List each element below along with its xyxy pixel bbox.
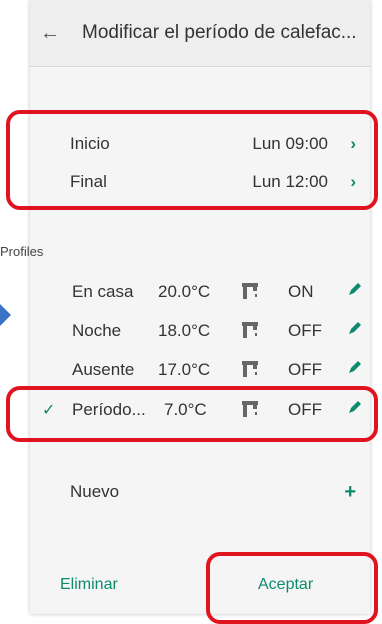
delete-button[interactable]: Eliminar	[60, 576, 118, 594]
profile-temp: 17.0°C	[158, 360, 211, 379]
new-profile-label: Nuevo	[70, 482, 120, 501]
profile-state: OFF	[288, 360, 322, 379]
highlight-box-schedule	[6, 110, 378, 210]
profiles-section-label: Profiles	[0, 244, 44, 259]
edit-pencil-icon[interactable]	[348, 360, 362, 374]
highlight-box-accept	[206, 552, 378, 624]
profile-row[interactable]: Noche 18.0°C OFF	[30, 309, 370, 353]
faucet-icon	[242, 283, 258, 299]
profile-name: Ausente	[72, 360, 135, 379]
page-title: Modificar el período de calefac...	[82, 22, 357, 43]
faucet-icon	[242, 361, 258, 377]
pointer-arrow-icon	[0, 304, 11, 326]
edit-pencil-icon[interactable]	[348, 282, 362, 296]
profile-state: OFF	[288, 321, 322, 340]
faucet-icon	[242, 322, 258, 338]
highlight-box-selected-profile	[6, 386, 378, 442]
profile-temp: 20.0°C	[158, 282, 211, 301]
edit-pencil-icon[interactable]	[348, 321, 362, 335]
profile-state: ON	[288, 282, 314, 301]
profile-name: Noche	[72, 321, 122, 340]
dialog-panel: ← Modificar el período de calefac... Ini…	[30, 0, 370, 614]
profile-row[interactable]: En casa 20.0°C ON	[30, 270, 370, 314]
header-bar: ← Modificar el período de calefac...	[30, 0, 370, 67]
new-profile-row[interactable]: Nuevo +	[30, 470, 370, 514]
arrow-left-icon[interactable]: ←	[40, 22, 62, 45]
plus-icon: +	[344, 480, 356, 503]
profile-temp: 18.0°C	[158, 321, 211, 340]
profile-name: En casa	[72, 282, 134, 301]
